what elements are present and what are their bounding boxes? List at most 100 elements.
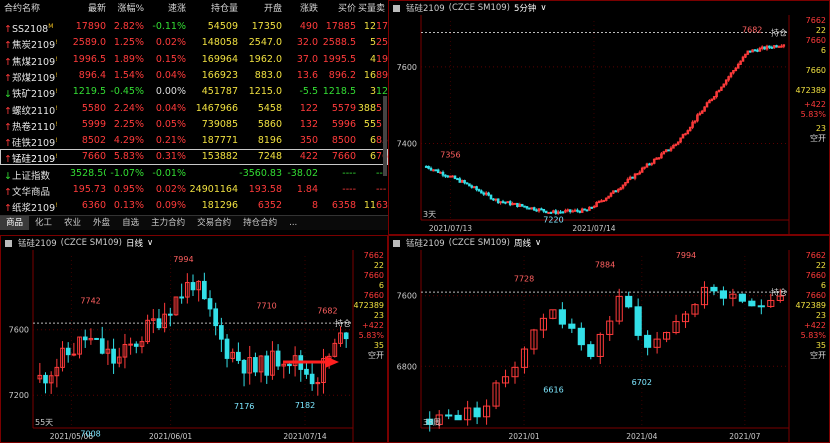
candle-body	[719, 290, 727, 299]
cell-bid: 5579	[331, 102, 356, 114]
tab-0[interactable]: 商品	[0, 216, 30, 230]
price-annotation: 7994	[173, 255, 193, 264]
cell-last: 8502	[81, 135, 106, 147]
candle-body	[554, 210, 558, 214]
candle-body	[287, 363, 292, 367]
candle-body	[190, 282, 196, 291]
column-header[interactable]: 合约名称	[4, 0, 68, 19]
contract-flag: !	[55, 137, 58, 145]
chart-weekly-panel[interactable]: 锰硅2109 (CZCE SM109) 周线 ∨ 7600 6800 持仓 2021/…	[388, 235, 830, 443]
arrow-up-icon: ↑	[4, 154, 12, 166]
table-row[interactable]: ↑硅铁2109! 8502 4.29% 0.21% 187771 8196 350 8500 6…	[0, 133, 388, 149]
candle-body	[561, 211, 565, 214]
quote-scrollbar[interactable]	[383, 96, 387, 176]
table-row[interactable]: ↑郑煤2109! 896.4 1.54% 0.04% 166923 883.0 13.6 89…	[0, 68, 388, 84]
candle-body	[494, 198, 498, 201]
tab-7[interactable]: 持仓合约	[237, 216, 283, 230]
column-header[interactable]: 最新	[70, 0, 106, 19]
table-row[interactable]: ↑螺纹2110! 5580 2.24% 0.04% 1467966 5458 122 5579…	[0, 101, 388, 117]
column-header[interactable]: 开盘	[238, 0, 282, 19]
cell-speed: 0.09%	[155, 200, 186, 212]
cell-bidv: 16	[363, 69, 376, 81]
contract-name: ↓上证指数	[4, 166, 68, 182]
candle-body	[448, 175, 452, 178]
candle-body	[748, 50, 752, 53]
tab-5[interactable]: 主力合约	[145, 216, 191, 230]
chevron-down-icon[interactable]: ∨	[540, 3, 546, 13]
chart-5min-panel[interactable]: 锰硅2109 (CZCE SM109) 5分钟 ∨ 7600 7400 持仓 2021…	[388, 0, 830, 235]
table-row[interactable]: ↓上证指数 3528.50 -1.07% -0.01% -3560.83 -38.02 --…	[0, 166, 388, 182]
info-value: 22	[374, 261, 384, 270]
candle-body	[757, 305, 765, 308]
candle-body	[600, 200, 603, 203]
price-annotation: 7356	[440, 150, 460, 159]
tab-4[interactable]: 自选	[116, 216, 145, 230]
column-header[interactable]: 卖	[376, 0, 388, 19]
contract-flag: M	[48, 23, 54, 30]
candle-body	[202, 280, 207, 300]
chart-period-select[interactable]: 周线	[514, 237, 531, 249]
contract-label: 文华商品	[11, 187, 50, 198]
candle-body	[748, 300, 756, 307]
tab-8[interactable]: ...	[283, 216, 303, 230]
table-row[interactable]: ↓铁矿2109! 1219.5 -0.45% 0.00% 451787 1215.0 -5.…	[0, 84, 388, 100]
cell-last: 896.4	[78, 69, 106, 81]
contract-label: SS2108	[11, 24, 49, 35]
price-annotation: 7176	[234, 402, 254, 411]
column-header[interactable]: 涨幅%	[106, 0, 144, 19]
table-row[interactable]: ↑SS2108M 17890 2.82% -0.11% 54509 17350 490 178…	[0, 19, 388, 35]
cell-diff: 490	[299, 21, 318, 32]
cell-ask: 89	[376, 69, 388, 81]
tab-2[interactable]: 农业	[58, 216, 87, 230]
candle-body	[513, 202, 517, 205]
candle-body	[480, 190, 483, 194]
cell-diff: -38.02	[287, 167, 318, 179]
column-header[interactable]: 买量	[356, 0, 376, 19]
tab-1[interactable]: 化工	[29, 216, 58, 230]
column-header[interactable]: 持仓量	[186, 0, 238, 19]
tab-3[interactable]: 外盘	[87, 216, 116, 230]
cell-diff: 350	[299, 135, 318, 147]
arrow-up-icon: ↑	[4, 24, 12, 35]
cell-bidv: 6	[369, 135, 376, 147]
table-row[interactable]: ↑焦炭2109! 2589.0 1.25% 0.02% 148058 2547.0 32.0…	[0, 35, 388, 51]
candle-body	[439, 171, 442, 174]
column-header[interactable]: 速涨	[144, 0, 186, 19]
candle-body	[482, 192, 486, 195]
candle-body	[520, 203, 524, 207]
chevron-down-icon[interactable]: ∨	[147, 238, 153, 248]
table-row[interactable]: ↑焦煤2109! 1996.5 1.89% 0.15% 169964 1962.0 37.0…	[0, 52, 388, 68]
table-row[interactable]: ↑热卷2110! 5999 2.25% 0.05% 739085 5860 132 5996 5…	[0, 117, 388, 133]
info-value: 472389	[795, 301, 826, 310]
contract-name: ↑螺纹2110!	[4, 101, 68, 117]
cell-diff: 132	[299, 118, 318, 130]
column-header[interactable]: 涨跌	[282, 0, 318, 19]
candle-body	[468, 183, 471, 187]
info-value: 6	[821, 281, 826, 290]
cell-bidv: 55	[363, 118, 376, 130]
candle-body	[684, 133, 687, 136]
table-row[interactable]: ↑文华商品 195.73 0.95% 0.02% 24901164 193.58 1.84 -…	[0, 182, 388, 198]
chart-daily-panel[interactable]: 锰硅2109 (CZCE SM109) 日线 ∨ 7600 7200 持仓 2021/…	[0, 235, 388, 443]
price-annotation: 7884	[595, 261, 615, 270]
chevron-down-icon[interactable]: ∨	[535, 238, 541, 248]
tab-6[interactable]: 交易合约	[191, 216, 237, 230]
candle-body	[585, 209, 589, 212]
table-row[interactable]: ↑锰硅2109! 7660 5.83% 0.31% 153882 7248 422 7660 6…	[0, 149, 388, 166]
chart-period-select[interactable]: 5分钟	[514, 2, 536, 14]
cell-chg: -0.45%	[110, 86, 144, 98]
contract-name: ↑焦煤2109!	[4, 52, 68, 68]
candle-body	[504, 201, 507, 204]
cell-speed: 0.31%	[155, 151, 186, 163]
table-row[interactable]: ↑纸浆2109! 6360 0.13% 0.09% 181296 6352 8 6358 11 6…	[0, 198, 388, 214]
chart-header: 锰硅2109 (CZCE SM109) 5分钟 ∨	[389, 1, 829, 15]
chart-weekly-svg: 76006800持仓2021/01 2021/04 2021/07772878847…	[397, 250, 826, 442]
info-value: 6	[821, 46, 826, 55]
cell-oi: 1467966	[195, 102, 238, 114]
cell-open: 17350	[251, 21, 282, 32]
cell-oi: 148058	[201, 37, 238, 49]
chart-period-select[interactable]: 日线	[126, 237, 143, 249]
column-header[interactable]: 买价	[318, 0, 356, 19]
contract-label: 焦煤2109	[11, 56, 56, 68]
candle-body	[472, 186, 476, 189]
